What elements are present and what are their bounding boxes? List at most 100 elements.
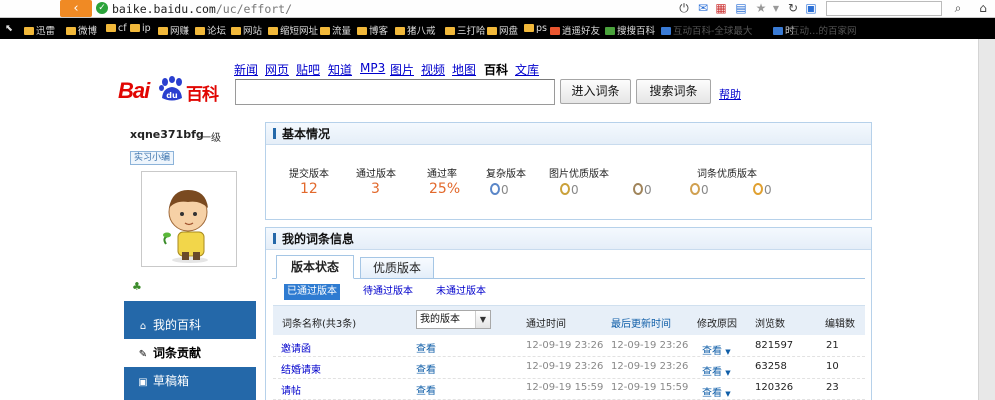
bookmark-item[interactable]: 网赚 (158, 23, 189, 37)
nav-link-news[interactable]: 新闻 (234, 61, 258, 78)
folder-icon (231, 27, 241, 35)
stat-value-submitted: 12 (300, 181, 318, 197)
tab-version-status[interactable]: 版本状态 (276, 255, 354, 279)
entry-name-link[interactable]: 结婚请柬 (281, 361, 321, 376)
sidebar-item-my-baike[interactable]: ⌂ 我的百科 (124, 311, 256, 339)
username[interactable]: xqne371bfg (130, 128, 204, 141)
view-version-link[interactable]: 查看 (416, 340, 436, 355)
star-icon[interactable]: ★ (753, 1, 769, 16)
bookmark-label: cf (118, 23, 127, 34)
reason-dropdown[interactable]: 查看 ▼ (702, 363, 731, 378)
enter-entry-button[interactable]: 进入词条 (560, 79, 631, 104)
bookmark-item[interactable]: cf (106, 23, 127, 34)
subtab-rejected[interactable]: 未通过版本 (433, 284, 489, 300)
folder-icon (130, 24, 140, 32)
search-entry-button[interactable]: 搜索词条 (636, 79, 711, 104)
back-button[interactable]: ‹ (60, 0, 92, 17)
left-sidebar-nav: ⌂ 我的百科 ✎ 词条贡献 ▣ 草稿箱 (124, 301, 256, 400)
entry-name-link[interactable]: 邀请函 (281, 340, 311, 355)
tab-quality-versions[interactable]: 优质版本 (360, 257, 434, 279)
bookmark-item[interactable]: 互动…的百家网 (790, 23, 857, 37)
version-select[interactable]: 我的版本 ▼ (416, 310, 491, 329)
reason-dropdown[interactable]: 查看 ▼ (702, 384, 731, 399)
bookmark-item[interactable]: ps (524, 23, 547, 34)
bookmark-item[interactable]: 网站 (231, 23, 262, 37)
version-select-value: 我的版本 (420, 314, 460, 325)
bookmark-item[interactable]: 三打哈 (445, 23, 486, 37)
edits-count: 21 (826, 340, 839, 351)
nav-link-wenku[interactable]: 文库 (515, 61, 539, 78)
bookmark-label: 网站 (243, 26, 263, 37)
views-count: 63258 (755, 361, 787, 372)
search-engine-icon[interactable]: ▣ (803, 1, 819, 16)
bookmark-item[interactable]: 迅雷 (24, 23, 55, 37)
views-count: 120326 (755, 382, 794, 393)
bookmark-item[interactable]: 博客 (357, 23, 388, 37)
subtab-pending[interactable]: 待通过版本 (360, 284, 416, 300)
help-link[interactable]: 帮助 (719, 86, 741, 102)
entry-name-link[interactable]: 请帖 (281, 382, 301, 397)
mail-icon[interactable]: ✉ (695, 1, 711, 16)
bookmark-item[interactable]: ip (130, 23, 151, 34)
chevron-down-icon: ▼ (475, 311, 490, 328)
bookmark-item[interactable]: 论坛 (195, 23, 226, 37)
sidebar-item-contributions[interactable]: ✎ 词条贡献 (124, 339, 256, 367)
bookmark-item[interactable]: 搜搜百科 (605, 23, 655, 37)
bookmark-item[interactable]: 互动百科-全球最大 (661, 23, 752, 37)
bookmark-item[interactable]: 缩短网址 (268, 23, 318, 37)
bookmark-label: 网赚 (170, 26, 190, 37)
column-header-name: 词条名称(共3条) (282, 319, 357, 330)
medal-icon (560, 183, 570, 195)
user-badge: 实习小编 (130, 151, 175, 165)
bookmark-arrow-icon[interactable]: ⬉ (5, 23, 13, 34)
nav-link-images[interactable]: 图片 (390, 61, 414, 78)
sidebar-item-label: 词条贡献 (153, 346, 202, 360)
power-icon[interactable]: ⏻ (676, 1, 692, 16)
avatar[interactable] (141, 171, 237, 267)
column-header-pass-time: 通过时间 (526, 319, 566, 330)
folder-icon (487, 27, 497, 35)
bookmark-item[interactable]: 逍遥好友 (550, 23, 600, 37)
folder-icon (357, 27, 367, 35)
sidebar-item-drafts[interactable]: ▣ 草稿箱 (124, 367, 256, 395)
browser-search-icon[interactable]: ⌕ (950, 1, 966, 16)
url-field[interactable]: baike.baidu.com/uc/effort/ (112, 2, 292, 16)
bookmark-label: 互动百科-全球最大 (673, 26, 753, 37)
nav-link-mp3[interactable]: MP3 (360, 61, 385, 75)
bookmark-item[interactable]: 猪八戒 (395, 23, 436, 37)
view-version-link[interactable]: 查看 (416, 382, 436, 397)
grid-icon[interactable]: ▤ (733, 1, 749, 16)
bookmark-label: 网盘 (499, 26, 519, 37)
search-input[interactable] (235, 79, 555, 105)
pass-time: 12-09-19 23:26 (526, 340, 604, 351)
nav-link-map[interactable]: 地图 (452, 61, 476, 78)
calendar-icon[interactable]: ▦ (713, 1, 729, 16)
nav-link-web[interactable]: 网页 (265, 61, 289, 78)
bookmark-item[interactable]: 流量 (320, 23, 351, 37)
dropdown-icon[interactable]: ▼ (768, 1, 784, 16)
home-icon[interactable]: ⌂ (975, 1, 991, 16)
baidu-baike-logo[interactable]: Bai du 百科 (118, 68, 222, 108)
bookmark-item[interactable]: 网盘 (487, 23, 518, 37)
folder-icon (158, 27, 168, 35)
chevron-down-icon: ▼ (725, 390, 731, 398)
edits-count: 23 (826, 382, 839, 393)
nav-link-zhidao[interactable]: 知道 (328, 61, 352, 78)
reload-icon[interactable]: ↻ (785, 1, 801, 16)
nav-link-tieba[interactable]: 贴吧 (296, 61, 320, 78)
browser-search-input[interactable] (826, 1, 942, 16)
reason-label: 查看 (702, 346, 722, 357)
medal-icon (490, 183, 500, 195)
nav-link-video[interactable]: 视频 (421, 61, 445, 78)
reason-dropdown[interactable]: 查看 ▼ (702, 342, 731, 357)
subtab-passed[interactable]: 已通过版本 (284, 284, 340, 300)
address-bar: ‹ ✓ baike.baidu.com/uc/effort/ ⏻ ✉ ▦ ▤ ★… (0, 0, 995, 18)
stat-value-passed: 3 (371, 181, 380, 197)
bookmark-item[interactable]: 微博 (66, 23, 97, 37)
medal-count-complex: 0 (490, 183, 509, 197)
pass-time: 12-09-19 15:59 (526, 382, 604, 393)
column-header-last-update[interactable]: 最后更新时间 (611, 315, 671, 330)
bookmark-label: 互动…的百家网 (790, 26, 857, 37)
folder-icon (195, 27, 205, 35)
view-version-link[interactable]: 查看 (416, 361, 436, 376)
